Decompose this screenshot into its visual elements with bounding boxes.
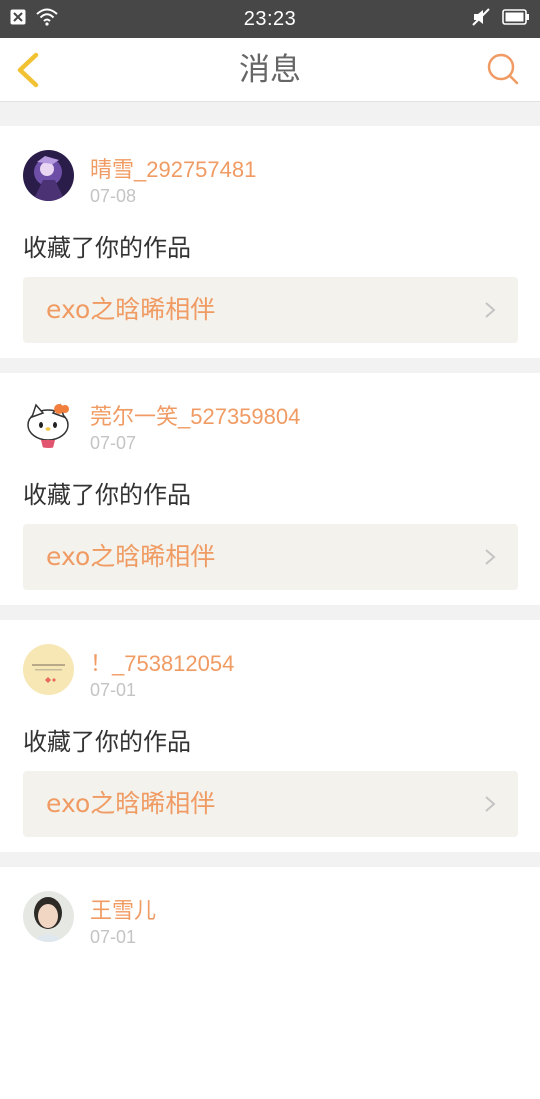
action-text: 收藏了你的作品 (23, 234, 191, 262)
message-list: 晴雪_292757481 07-08 收藏了你的作品 exo之晗晞相伴 莞尔一笑… (0, 111, 540, 1099)
action-text: 收藏了你的作品 (23, 728, 191, 756)
status-bar: 23:23 (0, 0, 540, 38)
message-card: 莞尔一笑_527359804 07-07 收藏了你的作品 exo之晗晞相伴 (0, 373, 540, 605)
message-card: ！_753812054 07-01 收藏了你的作品 exo之晗晞相伴 (0, 620, 540, 852)
avatar[interactable] (23, 397, 74, 448)
status-time: 23:23 (243, 8, 297, 30)
search-icon[interactable] (486, 52, 520, 86)
user-name[interactable]: 王雪儿 (90, 893, 156, 925)
message-card: 王雪儿 07-01 (0, 867, 540, 1099)
work-link[interactable]: exo之晗晞相伴 (23, 771, 518, 837)
app-header: 消息 (0, 38, 540, 102)
mute-icon (472, 8, 490, 26)
message-date: 07-07 (90, 433, 137, 453)
message-date: 07-01 (90, 680, 137, 700)
work-title: exo之晗晞相伴 (46, 295, 216, 324)
user-name[interactable]: 莞尔一笑_527359804 (90, 399, 300, 431)
chevron-right-icon (485, 302, 496, 318)
message-date: 07-01 (90, 927, 137, 947)
message-date: 07-08 (90, 186, 137, 206)
battery-icon (502, 9, 529, 25)
action-text: 收藏了你的作品 (23, 481, 191, 509)
user-name[interactable]: 晴雪_292757481 (90, 152, 256, 184)
chevron-right-icon (485, 549, 496, 565)
avatar[interactable] (23, 150, 74, 201)
chevron-right-icon (485, 796, 496, 812)
work-title: exo之晗晞相伴 (46, 542, 216, 571)
status-right-icons (472, 8, 530, 26)
avatar[interactable] (23, 644, 74, 695)
page-title: 消息 (239, 52, 301, 88)
avatar[interactable] (23, 891, 74, 942)
message-card: 晴雪_292757481 07-08 收藏了你的作品 exo之晗晞相伴 (0, 126, 540, 358)
user-name[interactable]: ！_753812054 (90, 646, 234, 678)
work-link[interactable]: exo之晗晞相伴 (23, 277, 518, 343)
work-link[interactable]: exo之晗晞相伴 (23, 524, 518, 590)
work-title: exo之晗晞相伴 (46, 789, 216, 818)
